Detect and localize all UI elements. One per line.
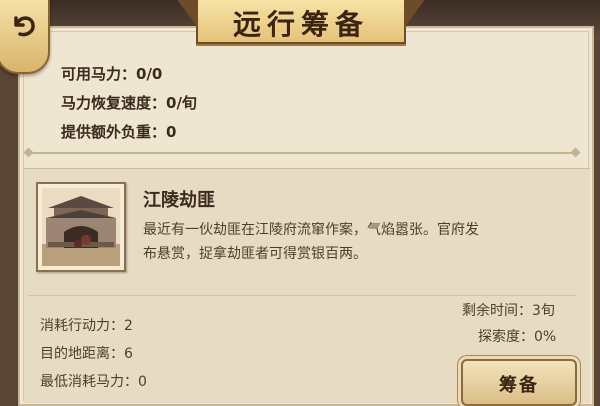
action-cost: 消耗行动力：2	[40, 318, 133, 334]
title-banner: 远行筹备	[196, 0, 406, 44]
destination-distance: 目的地距离：6	[40, 346, 133, 362]
horsepower-recovery: 马力恢复速度：0/旬	[61, 94, 197, 112]
prepare-button-label: 筹备	[499, 375, 539, 396]
mission-description: 最近有一伙劫匪在江陵府流窜作案，气焰嚣张。官府发 布悬赏，捉拿劫匪者可得赏银百两…	[143, 218, 583, 266]
exploration-degree: 探索度：0%	[478, 329, 557, 345]
divider	[28, 152, 576, 154]
description-line: 最近有一伙劫匪在江陵府流窜作案，气焰嚣张。官府发	[143, 222, 479, 238]
page-title: 远行筹备	[232, 8, 369, 41]
mission-title: 江陵劫匪	[143, 190, 215, 211]
back-arrow-icon	[14, 16, 35, 37]
description-line: 布悬赏，捉拿劫匪者可得赏银百两。	[143, 246, 367, 262]
mission-thumbnail	[36, 182, 126, 272]
min-horsepower-cost: 最低消耗马力：0	[40, 374, 147, 390]
prepare-button[interactable]: 筹备	[461, 359, 577, 406]
back-button[interactable]	[0, 0, 50, 74]
extra-load: 提供额外负重：0	[61, 123, 177, 141]
inner-divider	[28, 295, 576, 296]
city-gate-image	[42, 188, 120, 266]
available-horsepower: 可用马力：0/0	[61, 65, 163, 83]
time-remaining: 剩余时间：3旬	[462, 303, 555, 319]
